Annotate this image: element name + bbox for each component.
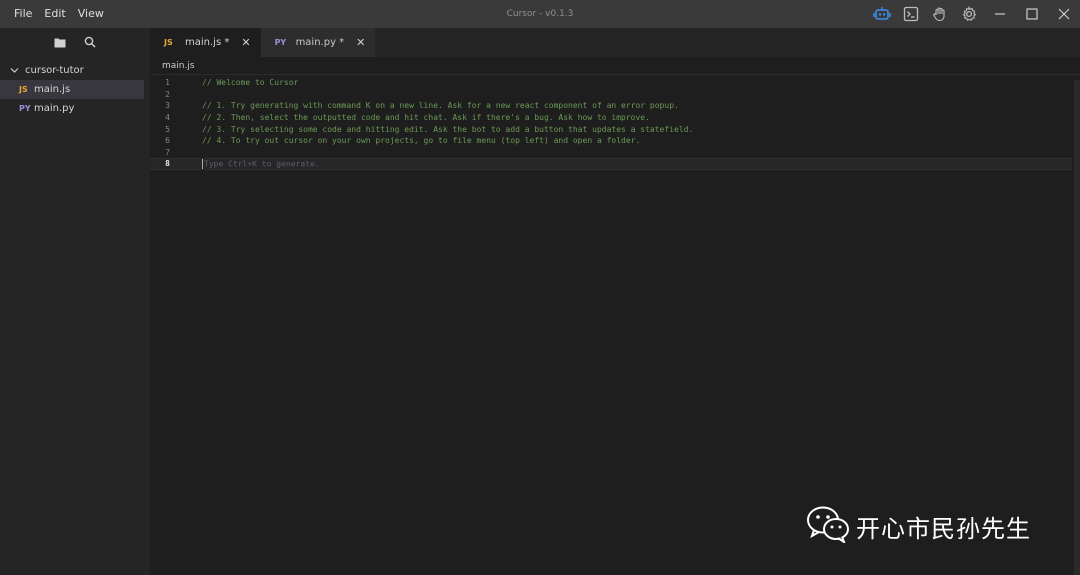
close-window-icon[interactable] bbox=[1048, 0, 1080, 28]
wechat-logo-icon bbox=[806, 505, 850, 547]
file-item-main-py[interactable]: PY main.py bbox=[0, 99, 150, 118]
js-file-icon: JS bbox=[19, 85, 28, 94]
sidebar: cursor-tutor JS main.js PY main.py bbox=[0, 28, 150, 575]
line-number: 4 bbox=[165, 113, 170, 123]
robot-icon[interactable] bbox=[872, 5, 891, 24]
py-file-icon: PY bbox=[19, 104, 31, 113]
close-icon[interactable]: ✕ bbox=[356, 36, 365, 49]
terminal-icon[interactable] bbox=[901, 5, 920, 24]
code-line: 5 // 3. Try selecting some code and hitt… bbox=[150, 123, 1072, 135]
generate-hint-text: Type Ctrl+K to generate. bbox=[204, 159, 320, 169]
code-line: 4 // 2. Then, select the outputted code … bbox=[150, 112, 1072, 124]
files-icon[interactable] bbox=[54, 33, 66, 52]
line-number: 1 bbox=[165, 78, 170, 88]
code-editor[interactable]: 1 // Welcome to Cursor 2 3 // 1. Try gen… bbox=[150, 76, 1080, 575]
code-line: 3 // 1. Try generating with command K on… bbox=[150, 100, 1072, 112]
code-text: // 2. Then, select the outputted code an… bbox=[202, 113, 650, 123]
py-file-icon: PY bbox=[274, 38, 287, 47]
js-file-icon: JS bbox=[164, 38, 173, 47]
breadcrumb[interactable]: main.js bbox=[150, 57, 1080, 75]
code-text: // 4. To try out cursor on your own proj… bbox=[202, 136, 641, 146]
line-number: 8 bbox=[165, 159, 170, 169]
close-icon[interactable]: ✕ bbox=[241, 36, 250, 49]
sidebar-header bbox=[0, 28, 150, 56]
minimize-icon[interactable] bbox=[984, 0, 1016, 28]
tab-label: main.py * bbox=[295, 37, 345, 48]
menu-view[interactable]: View bbox=[72, 0, 110, 28]
file-label: main.py bbox=[34, 103, 75, 114]
file-label: main.js bbox=[34, 84, 71, 95]
menu-bar: File Edit View bbox=[0, 0, 110, 28]
code-text: // 3. Try selecting some code and hittin… bbox=[202, 124, 694, 134]
title-toolbar bbox=[872, 0, 978, 28]
file-item-main-js[interactable]: JS main.js bbox=[0, 80, 144, 99]
line-number: 3 bbox=[165, 101, 170, 111]
hand-icon[interactable] bbox=[930, 5, 949, 24]
code-line-current[interactable]: 8 Type Ctrl+K to generate. bbox=[150, 158, 1072, 170]
gear-icon[interactable] bbox=[959, 5, 978, 24]
maximize-icon[interactable] bbox=[1016, 0, 1048, 28]
code-line: 7 bbox=[150, 147, 1072, 159]
code-text: // Welcome to Cursor bbox=[202, 78, 299, 88]
code-text: // 1. Try generating with command K on a… bbox=[202, 101, 679, 111]
search-icon[interactable] bbox=[84, 33, 96, 52]
editor-scrollbar[interactable] bbox=[1074, 80, 1080, 575]
tab-bar: JS main.js * ✕ PY main.py * ✕ bbox=[150, 28, 1080, 57]
folder-label: cursor-tutor bbox=[25, 65, 84, 76]
code-line: 6 // 4. To try out cursor on your own pr… bbox=[150, 135, 1072, 147]
tab-main-py[interactable]: PY main.py * ✕ bbox=[260, 28, 376, 57]
watermark: 开心市民孙先生 bbox=[806, 505, 1031, 547]
tab-label: main.js * bbox=[185, 37, 230, 48]
window-controls bbox=[984, 0, 1080, 28]
line-number: 2 bbox=[165, 89, 170, 99]
folder-cursor-tutor[interactable]: cursor-tutor bbox=[0, 61, 150, 80]
code-line: 2 bbox=[150, 89, 1072, 101]
chevron-down-icon bbox=[10, 66, 19, 75]
text-cursor bbox=[202, 158, 203, 169]
watermark-text: 开心市民孙先生 bbox=[856, 514, 1031, 543]
code-line: 1 // Welcome to Cursor bbox=[150, 77, 1072, 89]
line-number: 6 bbox=[165, 136, 170, 146]
menu-file[interactable]: File bbox=[8, 0, 38, 28]
line-number: 5 bbox=[165, 124, 170, 134]
title-bar: File Edit View Cursor - v0.1.3 bbox=[0, 0, 1080, 28]
line-number: 7 bbox=[165, 147, 170, 157]
generate-hint: Type Ctrl+K to generate. bbox=[202, 158, 320, 169]
tab-main-js[interactable]: JS main.js * ✕ bbox=[150, 28, 261, 57]
menu-edit[interactable]: Edit bbox=[38, 0, 71, 28]
